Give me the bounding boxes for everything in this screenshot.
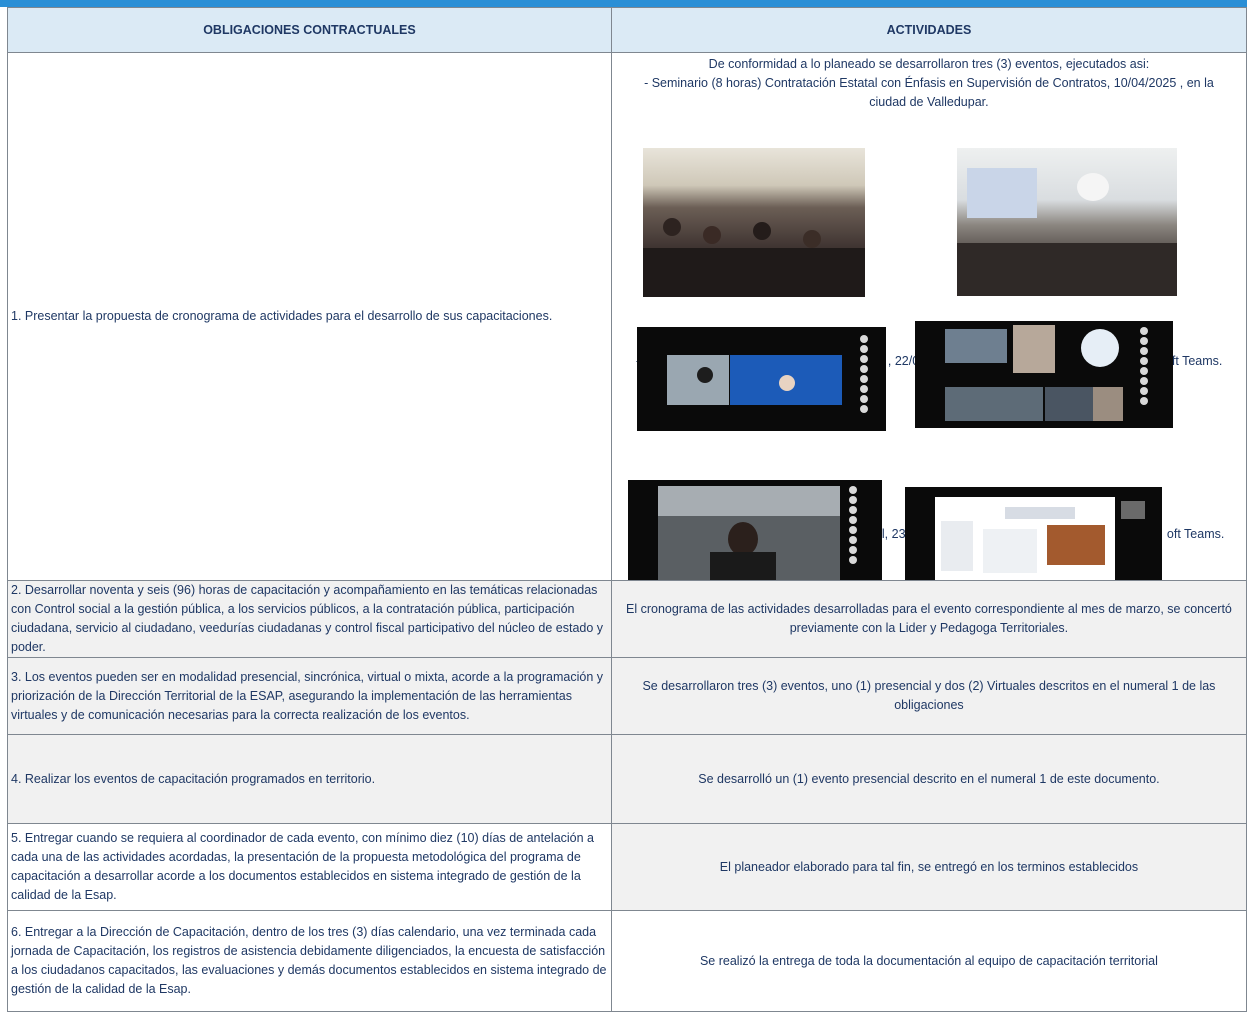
table-row: 4. Realizar los eventos de capacitación … xyxy=(7,734,1247,824)
activity-intro-line: ciudad de Valledupar. xyxy=(869,95,989,109)
header-obligaciones: OBLIGACIONES CONTRACTUALES xyxy=(7,7,612,53)
table-row: 2. Desarrollar noventa y seis (96) horas… xyxy=(7,580,1247,658)
virtual-event-caption-platform: oft Teams. xyxy=(1166,527,1225,541)
activity-intro-line: De conformidad a lo planeado se desarrol… xyxy=(708,57,1150,71)
activity-cell: De conformidad a lo planeado se desarrol… xyxy=(610,52,1247,581)
activity-intro-line: - Seminario (8 horas) Contratación Estat… xyxy=(644,76,1214,90)
obligation-cell: 5. Entregar cuando se requiera al coordi… xyxy=(7,823,612,911)
teams-screenshot-1 xyxy=(636,327,886,431)
obligation-cell: 3. Los eventos pueden ser en modalidad p… xyxy=(7,657,612,735)
obligation-cell: 4. Realizar los eventos de capacitación … xyxy=(7,734,612,824)
seminar-photo-hall xyxy=(956,148,1177,296)
activity-cell: Se desarrollaron tres (3) eventos, uno (… xyxy=(610,657,1247,735)
header-actividades: ACTIVIDADES xyxy=(610,7,1247,53)
table-row: 5. Entregar cuando se requiera al coordi… xyxy=(7,823,1247,911)
table-row: 1. Presentar la propuesta de cronograma … xyxy=(7,52,1247,581)
obligations-table: OBLIGACIONES CONTRACTUALES ACTIVIDADES 1… xyxy=(7,7,1247,1012)
activity-intro: De conformidad a lo planeado se desarrol… xyxy=(612,55,1246,112)
obligation-cell: 1. Presentar la propuesta de cronograma … xyxy=(7,52,612,581)
obligation-cell: 6. Entregar a la Dirección de Capacitaci… xyxy=(7,910,612,1012)
table-header-row: OBLIGACIONES CONTRACTUALES ACTIVIDADES xyxy=(7,7,1247,53)
top-accent-bar xyxy=(0,0,1247,7)
teams-screenshot-3 xyxy=(627,480,882,580)
teams-screenshot-4 xyxy=(904,487,1162,580)
activity-cell: El cronograma de las actividades desarro… xyxy=(610,580,1247,658)
virtual-event-caption-date: l, 23 xyxy=(881,527,906,541)
seminar-photo-audience xyxy=(642,148,865,297)
activity-cell: Se desarrolló un (1) evento presencial d… xyxy=(610,734,1247,824)
table-row: 6. Entregar a la Dirección de Capacitaci… xyxy=(7,910,1247,1012)
activity-cell: El planeador elaborado para tal fin, se … xyxy=(610,823,1247,911)
obligation-cell: 2. Desarrollar noventa y seis (96) horas… xyxy=(7,580,612,658)
virtual-event-caption-platform: ft Teams. xyxy=(1171,354,1223,368)
table-row: 3. Los eventos pueden ser en modalidad p… xyxy=(7,657,1247,735)
activity-cell: Se realizó la entrega de toda la documen… xyxy=(610,910,1247,1012)
teams-screenshot-2 xyxy=(914,321,1173,428)
